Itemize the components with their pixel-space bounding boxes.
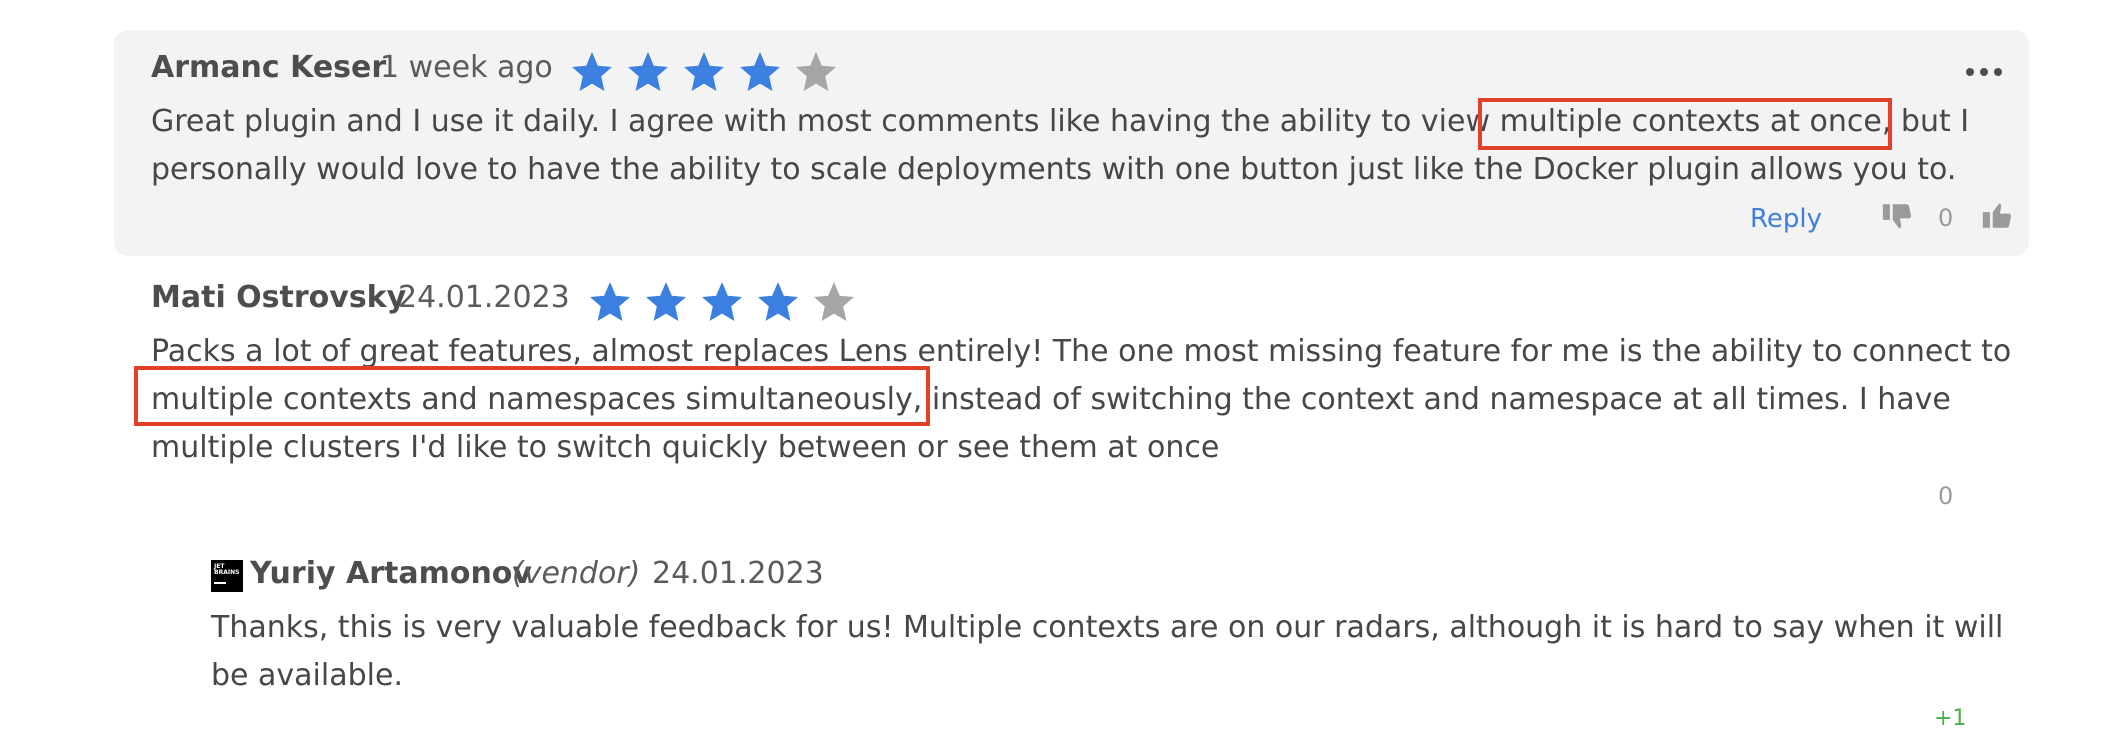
- jetbrains-logo-icon: JET BRAINS: [211, 560, 243, 592]
- vote-count: 0: [1938, 482, 1954, 510]
- reply-text-line: Thanks, this is very valuable feedback f…: [211, 610, 2004, 645]
- vote-score: +1: [1934, 706, 1967, 731]
- reply-date: 24.01.2023: [652, 556, 824, 591]
- star-filled-icon: [684, 52, 724, 91]
- star-filled-icon: [572, 52, 612, 91]
- star-filled-icon: [646, 282, 686, 321]
- thumbs-down-icon[interactable]: [1880, 200, 1914, 234]
- reply-text-line: be available.: [211, 658, 403, 693]
- review-text-line: multiple clusters I'd like to switch qui…: [151, 430, 1220, 465]
- review-text-line: personally would love to have the abilit…: [151, 152, 1957, 187]
- highlight-box: [1478, 98, 1892, 150]
- review-text: Great plugin and I use it daily. I agree…: [151, 104, 1500, 139]
- star-filled-icon: [758, 282, 798, 321]
- star-rating: [586, 278, 858, 326]
- vendor-tag: (vendor): [512, 556, 641, 591]
- star-filled-icon: [590, 282, 630, 321]
- review-text: but I: [1891, 104, 1970, 139]
- star-filled-icon: [702, 282, 742, 321]
- vote-count: 0: [1938, 204, 1954, 232]
- thumbs-up-icon[interactable]: [1980, 198, 2014, 232]
- reply-link[interactable]: Reply: [1750, 204, 1822, 234]
- review-date: 24.01.2023: [398, 280, 570, 315]
- review-text: instead of switching the context and nam…: [922, 382, 1951, 417]
- review-author[interactable]: Armanc Keser: [151, 50, 386, 85]
- star-empty-icon: [814, 282, 854, 321]
- star-filled-icon: [740, 52, 780, 91]
- review-date: 1 week ago: [380, 50, 553, 85]
- star-rating: [568, 48, 840, 96]
- more-options-icon[interactable]: [1962, 64, 2006, 80]
- vendor-author[interactable]: Yuriy Artamonov: [250, 556, 532, 591]
- star-empty-icon: [796, 52, 836, 91]
- star-filled-icon: [628, 52, 668, 91]
- highlight-box: [134, 366, 930, 426]
- review-author[interactable]: Mati Ostrovsky: [151, 280, 406, 315]
